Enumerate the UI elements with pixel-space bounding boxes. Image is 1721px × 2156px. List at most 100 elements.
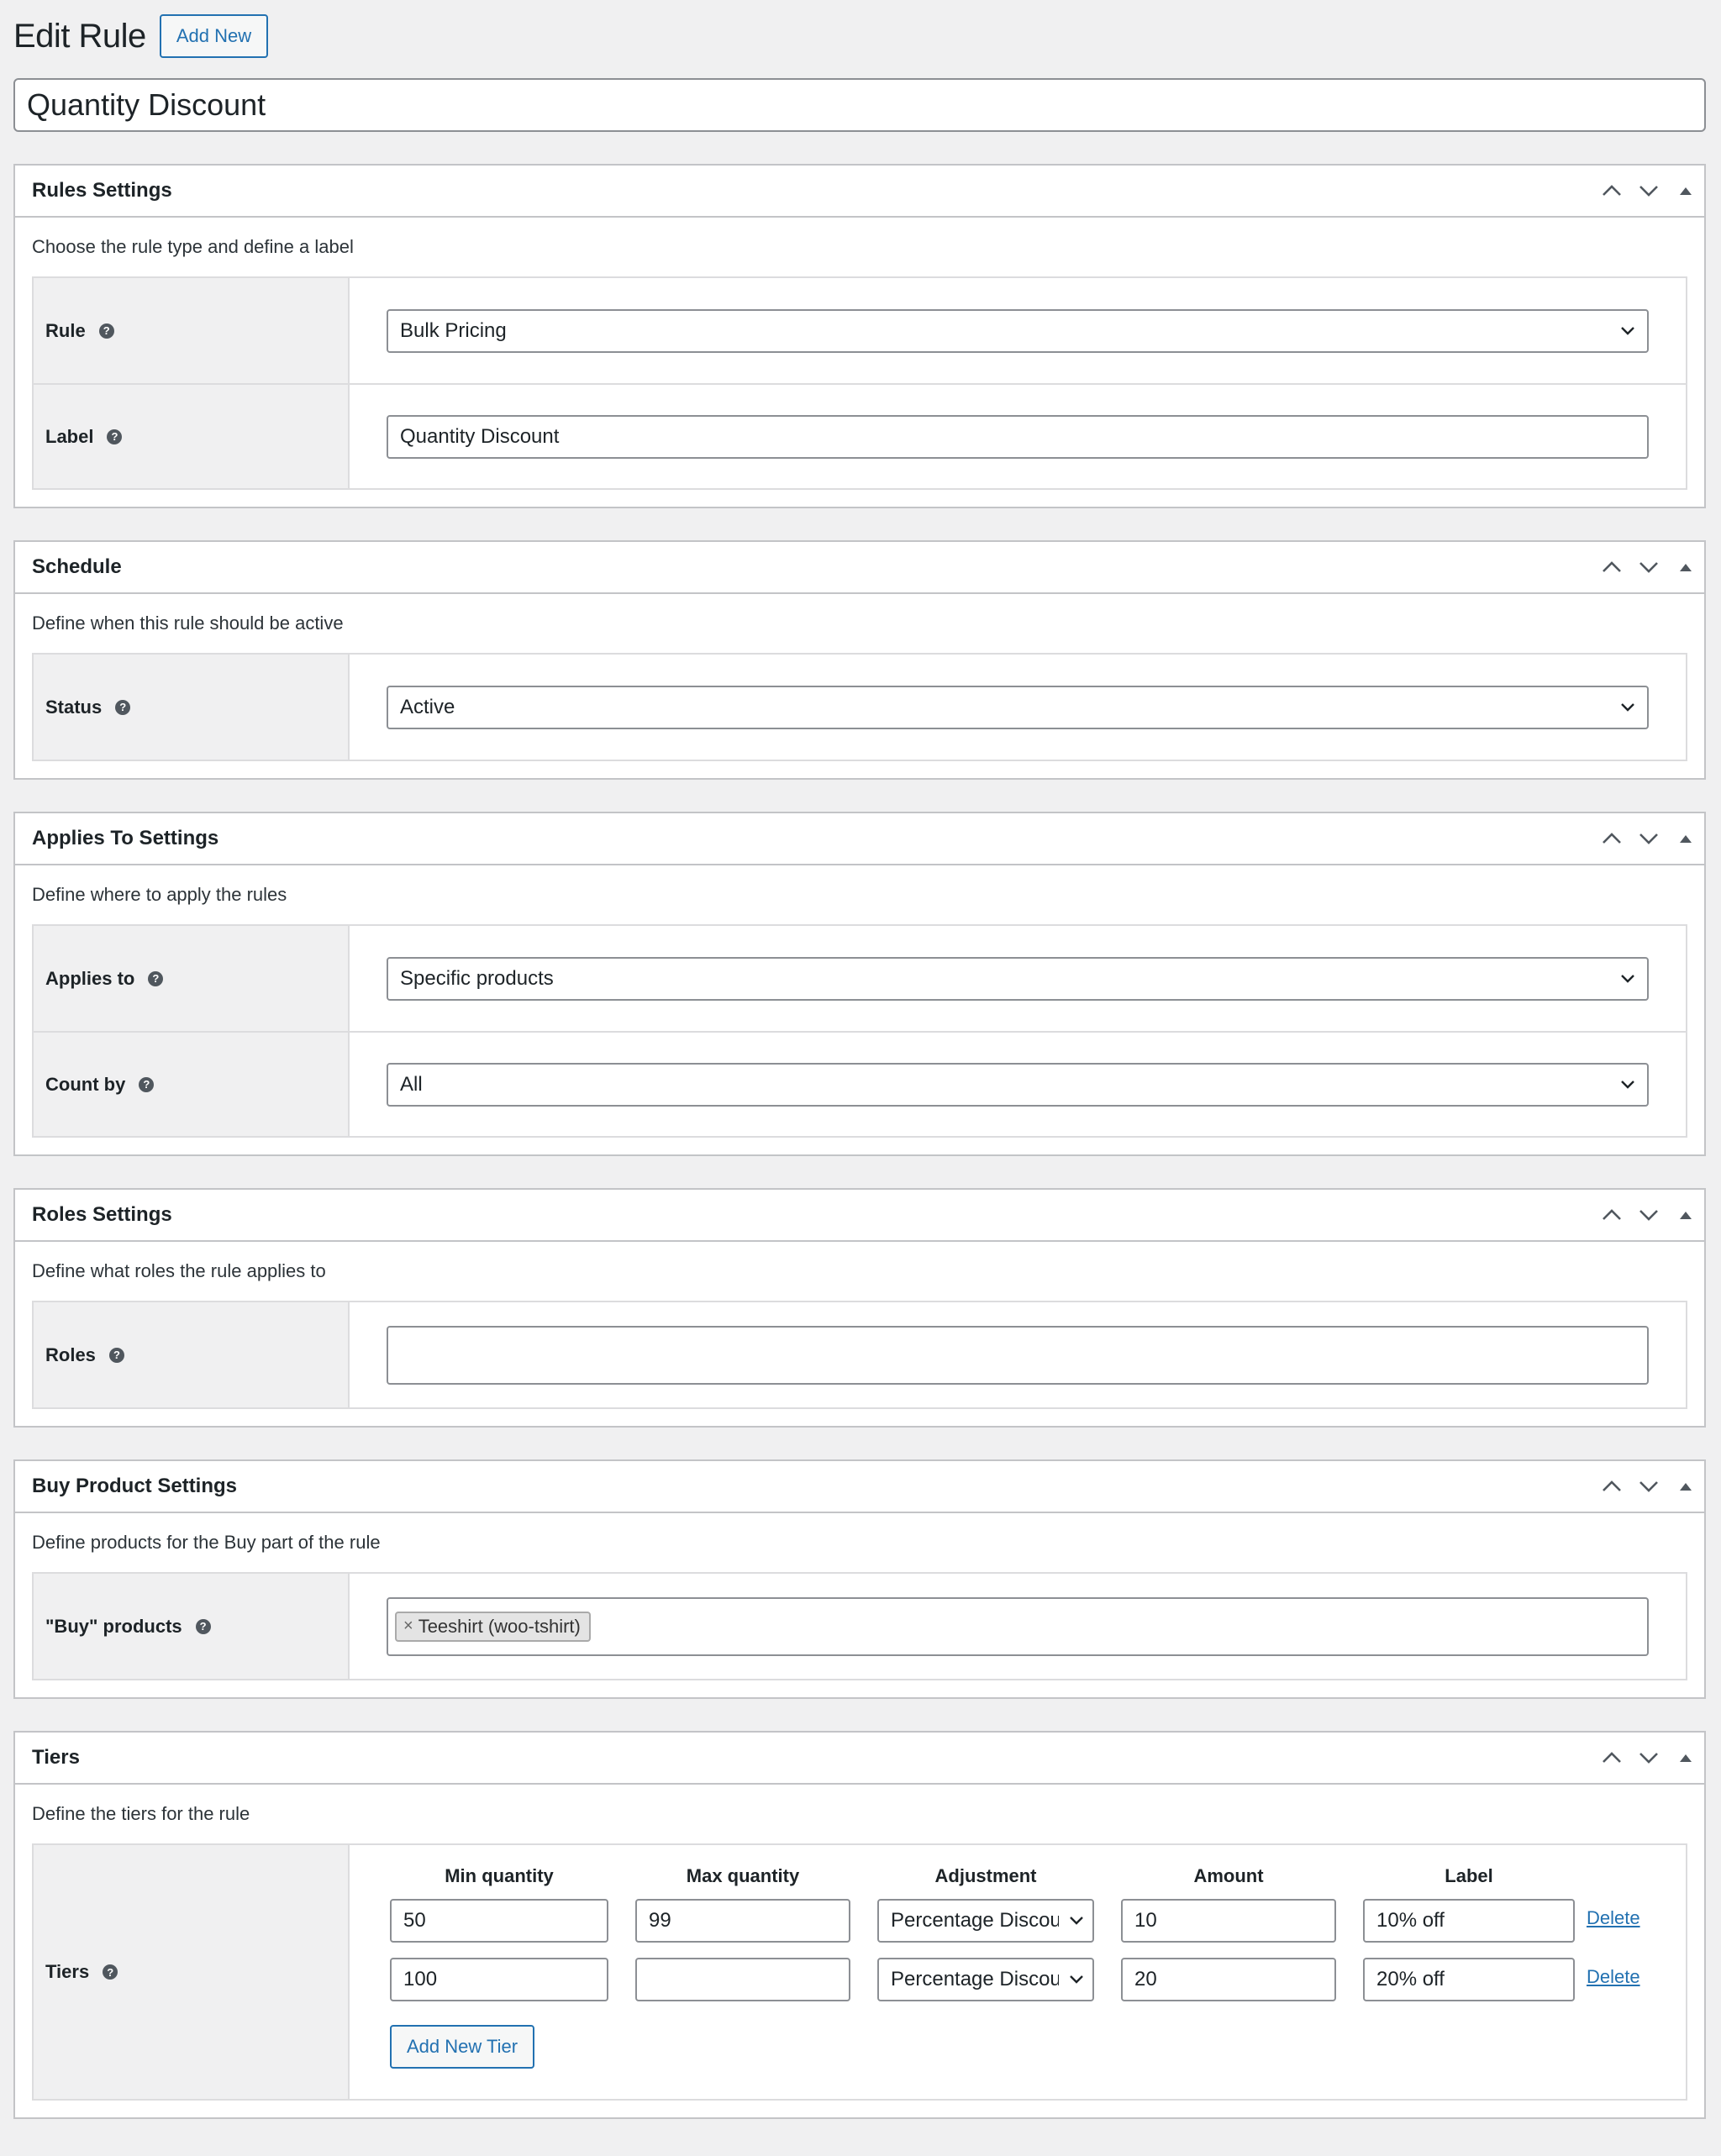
remove-token-icon[interactable]: × — [403, 1617, 413, 1636]
chevron-down-icon — [1070, 1917, 1083, 1925]
triangle-up-icon[interactable] — [1667, 166, 1704, 216]
chevron-down-icon — [1621, 326, 1634, 335]
status-select[interactable]: Active — [387, 685, 1649, 729]
field-cell — [350, 1302, 1686, 1407]
chevron-down-icon — [1621, 1080, 1634, 1089]
rule-label: Rule — [45, 319, 86, 341]
triangle-up-icon[interactable] — [1667, 1733, 1704, 1783]
adjustment-select[interactable]: Percentage Discount — [877, 1899, 1094, 1943]
chevron-down-icon[interactable] — [1630, 542, 1667, 592]
postbox-title: Rules Settings — [32, 179, 172, 202]
select-value: Bulk Pricing — [400, 318, 507, 342]
rule-select[interactable]: Bulk Pricing — [387, 308, 1649, 353]
triangle-up-icon[interactable] — [1667, 1461, 1704, 1512]
delete-tier-link[interactable]: Delete — [1587, 1966, 1654, 1988]
applies-to-select[interactable]: Specific products — [387, 956, 1649, 1001]
triangle-up-icon[interactable] — [1667, 1190, 1704, 1240]
handle-actions — [1593, 542, 1704, 592]
field-cell: Min quantity Max quantity Adjustment Amo… — [350, 1845, 1686, 2099]
column-header: Min quantity — [445, 1865, 554, 1886]
select-value: Percentage Discount — [891, 1968, 1059, 1990]
tiers-table: Min quantity Max quantity Adjustment Amo… — [390, 1845, 1669, 2087]
min-quantity-input[interactable]: 100 — [390, 1958, 608, 2001]
label-label: Label — [45, 425, 94, 447]
max-quantity-input[interactable] — [635, 1958, 850, 2001]
postbox-inside: Define products for the Buy part of the … — [15, 1513, 1704, 1697]
chevron-up-icon[interactable] — [1593, 166, 1630, 216]
chevron-down-icon[interactable] — [1630, 166, 1667, 216]
chevron-up-icon[interactable] — [1593, 813, 1630, 864]
help-icon[interactable]: ? — [103, 1964, 118, 1980]
rules-settings-box: Rules Settings Choose the rule type and … — [13, 164, 1706, 508]
amount-input[interactable]: 10 — [1121, 1899, 1336, 1943]
field-label: Tiers? — [34, 1845, 350, 2099]
field-label: Roles? — [34, 1302, 350, 1407]
postbox-inside: Define the tiers for the rule Tiers? Min… — [15, 1785, 1704, 2117]
postbox-inside: Define what roles the rule applies to Ro… — [15, 1242, 1704, 1426]
applies-to-box: Applies To Settings Define where to appl… — [13, 812, 1706, 1156]
rule-title-input[interactable]: Quantity Discount — [13, 78, 1706, 132]
add-new-tier-button[interactable]: Add New Tier — [390, 2025, 535, 2069]
chevron-down-icon — [1621, 702, 1634, 712]
edit-rule-page: Edit Rule Add New Quantity Discount Rule… — [13, 0, 1706, 2119]
field-label: Count by? — [34, 1033, 350, 1136]
field-cell: All — [350, 1033, 1686, 1136]
chevron-down-icon[interactable] — [1630, 1733, 1667, 1783]
postbox-title: Roles Settings — [32, 1203, 172, 1226]
amount-input[interactable]: 20 — [1121, 1958, 1336, 2001]
max-quantity-input[interactable]: 99 — [635, 1899, 850, 1943]
count-by-select[interactable]: All — [387, 1062, 1649, 1107]
token-label: Teeshirt (woo-tshirt) — [418, 1615, 581, 1637]
field-label: Rule? — [34, 278, 350, 383]
column-header: Label — [1445, 1865, 1493, 1886]
adjustment-select[interactable]: Percentage Discount — [877, 1958, 1094, 2001]
form-table: Tiers? Min quantity Max quantity Adjustm… — [32, 1843, 1687, 2101]
page-header: Edit Rule Add New — [13, 0, 1706, 72]
form-row-applies-to: Applies to? Specific products — [34, 926, 1686, 1031]
field-cell: Bulk Pricing — [350, 278, 1686, 383]
chevron-down-icon[interactable] — [1630, 1461, 1667, 1512]
tier-label-input[interactable]: 20% off — [1363, 1958, 1575, 2001]
postbox-header: Tiers — [15, 1733, 1704, 1785]
tiers-box: Tiers Define the tiers for the rule Tier… — [13, 1731, 1706, 2119]
add-new-button[interactable]: Add New — [159, 14, 269, 58]
delete-tier-link[interactable]: Delete — [1587, 1907, 1654, 1929]
select-value: All — [400, 1072, 423, 1096]
applies-to-label: Applies to — [45, 967, 135, 989]
help-icon[interactable]: ? — [195, 1618, 211, 1634]
tier-row: 100 Percentage Discount 20 20% off Delet… — [390, 1958, 1669, 2001]
help-icon[interactable]: ? — [98, 323, 114, 339]
roles-input[interactable] — [387, 1325, 1649, 1385]
column-header: Amount — [1193, 1865, 1264, 1886]
help-icon[interactable]: ? — [148, 970, 164, 986]
form-table: Status? Active — [32, 653, 1687, 761]
select-value: Percentage Discount — [891, 1909, 1059, 1932]
count-by-label: Count by — [45, 1073, 126, 1095]
help-icon[interactable]: ? — [108, 1347, 124, 1363]
section-description: Choose the rule type and define a label — [32, 236, 354, 257]
chevron-up-icon[interactable] — [1593, 1190, 1630, 1240]
chevron-up-icon[interactable] — [1593, 1733, 1630, 1783]
help-icon[interactable]: ? — [115, 699, 131, 715]
field-cell: Quantity Discount — [350, 385, 1686, 488]
tier-label-input[interactable]: 10% off — [1363, 1899, 1575, 1943]
field-label: Applies to? — [34, 926, 350, 1031]
help-icon[interactable]: ? — [107, 429, 123, 444]
field-label: Label? — [34, 385, 350, 488]
field-cell: × Teeshirt (woo-tshirt) — [350, 1574, 1686, 1679]
chevron-up-icon[interactable] — [1593, 1461, 1630, 1512]
chevron-up-icon[interactable] — [1593, 542, 1630, 592]
field-label: "Buy" products? — [34, 1574, 350, 1679]
handle-actions — [1593, 813, 1704, 864]
min-quantity-input[interactable]: 50 — [390, 1899, 608, 1943]
triangle-up-icon[interactable] — [1667, 542, 1704, 592]
chevron-down-icon[interactable] — [1630, 1190, 1667, 1240]
help-icon[interactable]: ? — [139, 1076, 155, 1092]
triangle-up-icon[interactable] — [1667, 813, 1704, 864]
form-row-rule: Rule? Bulk Pricing — [34, 278, 1686, 383]
select-value: Active — [400, 695, 455, 718]
chevron-down-icon[interactable] — [1630, 813, 1667, 864]
postbox-inside: Choose the rule type and define a label … — [15, 218, 1704, 507]
label-input[interactable]: Quantity Discount — [387, 414, 1649, 459]
buy-products-input[interactable]: × Teeshirt (woo-tshirt) — [387, 1596, 1649, 1656]
